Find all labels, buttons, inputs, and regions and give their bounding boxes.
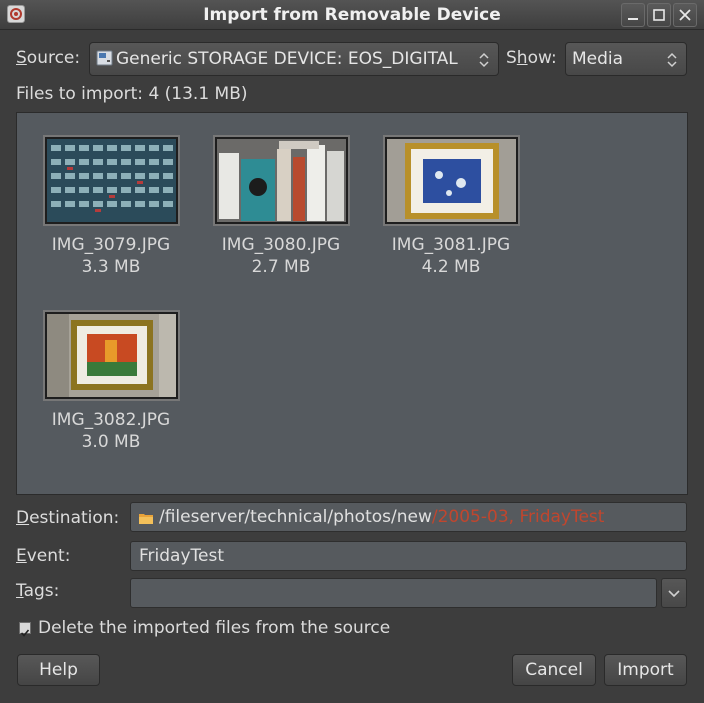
destination-label: Destination:: [16, 508, 120, 528]
file-thumbnail: [42, 135, 180, 226]
file-size: 3.0 MB: [81, 432, 141, 452]
delete-option-label[interactable]: Delete the imported files from the sourc…: [38, 618, 390, 638]
tags-dropdown-button[interactable]: [661, 578, 687, 608]
files-summary: Files to import: 4 (13.1 MB): [16, 84, 248, 104]
minimize-button[interactable]: [621, 3, 645, 27]
destination-field[interactable]: /fileserver/technical/photos/new/2005-03…: [130, 502, 687, 532]
file-item[interactable]: IMG_3082.JPG 3.0 MB: [26, 310, 196, 453]
chevron-updown-icon: [667, 52, 677, 68]
source-label: Source:: [16, 48, 81, 68]
source-combo[interactable]: Generic STORAGE DEVICE: EOS_DIGITAL: [89, 42, 499, 76]
file-item[interactable]: IMG_3080.JPG 2.7 MB: [196, 135, 366, 278]
file-name: IMG_3079.JPG: [51, 235, 171, 255]
window-title: Import from Removable Device: [203, 5, 501, 25]
folder-icon: [139, 514, 153, 524]
file-size: 4.2 MB: [421, 257, 481, 277]
file-name: IMG_3080.JPG: [221, 235, 341, 255]
tags-input[interactable]: [130, 578, 657, 608]
delete-checkbox[interactable]: [19, 622, 31, 637]
import-button[interactable]: Import: [604, 654, 687, 686]
chevron-updown-icon: [479, 52, 489, 68]
checkmark-icon: [20, 629, 30, 637]
chevron-down-icon: [668, 590, 680, 598]
file-size: 2.7 MB: [251, 257, 311, 277]
event-input[interactable]: FridayTest: [130, 541, 687, 571]
help-button[interactable]: Help: [17, 654, 100, 686]
destination-path: /fileserver/technical/photos/new: [159, 507, 432, 527]
file-name: IMG_3081.JPG: [391, 235, 511, 255]
source-value: Generic STORAGE DEVICE: EOS_DIGITAL: [116, 49, 458, 69]
destination-suffix: /2005-03, FridayTest: [431, 507, 605, 527]
maximize-icon: [653, 9, 665, 21]
source-label-text: ource:: [26, 48, 81, 68]
close-icon: [679, 9, 691, 21]
file-size: 3.3 MB: [81, 257, 141, 277]
event-label: Event:: [16, 546, 71, 566]
file-item[interactable]: IMG_3081.JPG 4.2 MB: [366, 135, 536, 278]
event-value: FridayTest: [139, 546, 224, 566]
show-value: Media: [572, 49, 624, 69]
file-grid[interactable]: IMG_3079.JPG 3.3 MB IMG_3080.JPG 2.7 MB: [16, 112, 688, 495]
import-dialog: Import from Removable Device Source: Gen…: [0, 0, 704, 703]
drive-icon: [96, 50, 113, 66]
file-item[interactable]: IMG_3079.JPG 3.3 MB: [26, 135, 196, 278]
file-name: IMG_3082.JPG: [51, 410, 171, 430]
cancel-button[interactable]: Cancel: [512, 654, 596, 686]
file-thumbnail: [212, 135, 350, 226]
maximize-button[interactable]: [647, 3, 671, 27]
file-thumbnail: [42, 310, 180, 401]
show-combo[interactable]: Media: [565, 42, 687, 76]
file-thumbnail: [382, 135, 520, 226]
tags-label: Tags:: [16, 581, 60, 601]
minimize-icon: [628, 18, 638, 20]
close-button[interactable]: [673, 3, 697, 27]
title-bar[interactable]: Import from Removable Device: [0, 0, 704, 30]
show-label: Show:: [506, 48, 557, 68]
